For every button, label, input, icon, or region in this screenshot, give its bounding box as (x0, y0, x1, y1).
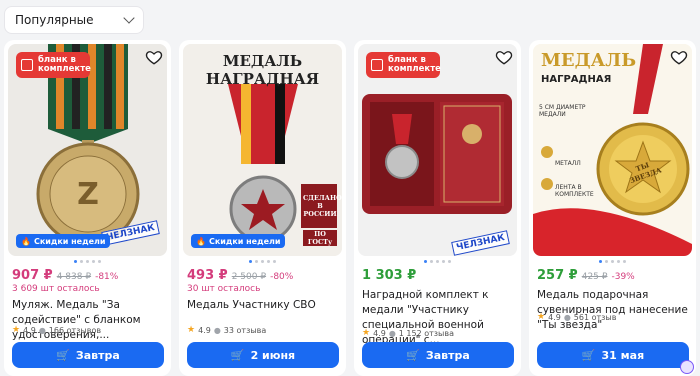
price-row: 257 ₽ 425 ₽ -39% (537, 268, 635, 283)
fire-icon: 🔥 (196, 236, 206, 246)
basket-icon: 🛒 (406, 348, 420, 362)
rating-row: ★ 4.9 ● 166 отзывов (12, 325, 101, 335)
image-pagination (354, 260, 521, 263)
discount-percent: -81% (95, 272, 119, 282)
blank-included-badge: бланк в комплекте (366, 52, 441, 78)
basket-icon: 🛒 (56, 348, 70, 362)
reviews-count: 561 отзыв (573, 312, 617, 322)
star-icon: ★ (187, 325, 196, 335)
reviews-count: 33 отзыва (223, 325, 267, 335)
star-icon: ★ (537, 312, 546, 322)
rating-row: ★ 4.9 ● 1 152 отзыва (362, 328, 454, 338)
star-icon: ★ (362, 328, 371, 338)
reviews-icon: ● (213, 325, 221, 335)
product-card[interactable]: бланк в комплекте ЧЕЛЗНАК 1 303 ₽ Наград… (354, 40, 521, 376)
rating-row: ★ 4.9 ● 561 отзыв (537, 312, 616, 322)
image-pagination (4, 260, 171, 263)
assistant-icon[interactable] (680, 360, 694, 374)
rating-value: 4.9 (198, 325, 211, 335)
image-pagination (179, 260, 346, 263)
image-caption: СДЕЛАНО В РОССИИ (303, 194, 342, 218)
star-icon: ★ (12, 325, 21, 335)
product-card[interactable]: Z бланк в комплекте ЧЕЛЗНАК 🔥 Скидки нед… (4, 40, 171, 376)
reviews-count: 1 152 отзыва (398, 328, 454, 338)
product-image[interactable]: Z бланк в комплекте ЧЕЛЗНАК 🔥 Скидки нед… (8, 44, 167, 256)
price-row: 1 303 ₽ (362, 268, 416, 283)
product-title[interactable]: Муляж. Медаль "За содействие" с бланком … (12, 298, 166, 343)
rating-value: 4.9 (373, 328, 386, 338)
product-title[interactable]: Медаль Участнику СВО (187, 298, 341, 313)
product-title[interactable]: Наградной комплект к медали "Участнику с… (362, 288, 516, 348)
add-to-cart-button[interactable]: 🛒 31 мая (537, 342, 689, 368)
product-card[interactable]: МЕДАЛЬ НАГРАДНАЯ 5 СМ ДИАМЕТР МЕДАЛИ МЕТ… (529, 40, 696, 376)
rating-value: 4.9 (548, 312, 561, 322)
fire-icon: 🔥 (21, 236, 31, 246)
product-image[interactable]: МЕДАЛЬ НАГРАДНАЯ 5 СМ ДИАМЕТР МЕДАЛИ МЕТ… (533, 44, 692, 256)
heart-icon[interactable] (495, 48, 513, 66)
image-title: МЕДАЛЬ (541, 50, 637, 71)
reviews-count: 166 отзывов (48, 325, 102, 335)
old-price: 2 500 ₽ (231, 272, 267, 282)
rating-row: ★ 4.9 ● 33 отзыва (187, 325, 266, 335)
old-price: 425 ₽ (581, 272, 608, 282)
product-card[interactable]: МЕДАЛЬ НАГРАДНАЯ СДЕЛАНО В РОССИИ ПО ГОС… (179, 40, 346, 376)
sort-dropdown[interactable]: Популярные (4, 6, 144, 34)
current-price: 257 ₽ (537, 268, 578, 283)
add-to-cart-button[interactable]: 🛒 Завтра (12, 342, 164, 368)
product-image[interactable]: бланк в комплекте ЧЕЛЗНАК (358, 44, 517, 256)
book-icon (21, 59, 33, 71)
blank-included-badge: бланк в комплекте (16, 52, 91, 78)
reviews-icon: ● (38, 325, 46, 335)
heart-icon[interactable] (145, 48, 163, 66)
product-title[interactable]: Медаль подарочная сувенирная под нанесен… (537, 288, 691, 333)
current-price: 907 ₽ (12, 268, 53, 283)
week-discount-tag: 🔥 Скидки недели (191, 234, 286, 248)
image-feature-metal: МЕТАЛЛ (555, 160, 581, 167)
reviews-icon: ● (563, 312, 571, 322)
stock-left: 3 609 шт осталось (12, 284, 100, 294)
basket-icon: 🛒 (230, 348, 245, 362)
heart-icon[interactable] (670, 48, 688, 66)
image-pagination (529, 260, 696, 263)
current-price: 1 303 ₽ (362, 268, 417, 283)
rating-value: 4.9 (23, 325, 36, 335)
chevron-down-icon (123, 12, 135, 24)
price-row: 493 ₽ 2 500 ₽ -80% (187, 268, 293, 283)
image-feature-diameter: 5 СМ ДИАМЕТР МЕДАЛИ (539, 104, 586, 118)
basket-icon: 🛒 (581, 348, 596, 362)
add-to-cart-button[interactable]: 🛒 2 июня (187, 342, 339, 368)
stock-left: 30 шт осталось (187, 284, 261, 294)
svg-text:Z: Z (77, 177, 99, 212)
image-subtitle: НАГРАДНАЯ (541, 74, 612, 85)
old-price: 4 838 ₽ (56, 272, 92, 282)
product-image[interactable]: МЕДАЛЬ НАГРАДНАЯ СДЕЛАНО В РОССИИ ПО ГОС… (183, 44, 342, 256)
image-feature-ribbon: ЛЕНТА В КОМПЛЕКТЕ (555, 184, 594, 198)
week-discount-tag: 🔥 Скидки недели (16, 234, 111, 248)
product-grid: Z бланк в комплекте ЧЕЛЗНАК 🔥 Скидки нед… (4, 40, 696, 376)
image-title: МЕДАЛЬ НАГРАДНАЯ (205, 52, 320, 88)
add-to-cart-button[interactable]: 🛒 Завтра (362, 342, 514, 368)
book-icon (371, 59, 383, 71)
image-caption-2: ПО ГОСТу (303, 230, 337, 246)
sort-label: Популярные (15, 13, 94, 27)
discount-percent: -39% (611, 272, 635, 282)
current-price: 493 ₽ (187, 268, 228, 283)
discount-percent: -80% (270, 272, 294, 282)
price-row: 907 ₽ 4 838 ₽ -81% (12, 268, 118, 283)
reviews-icon: ● (388, 328, 396, 338)
